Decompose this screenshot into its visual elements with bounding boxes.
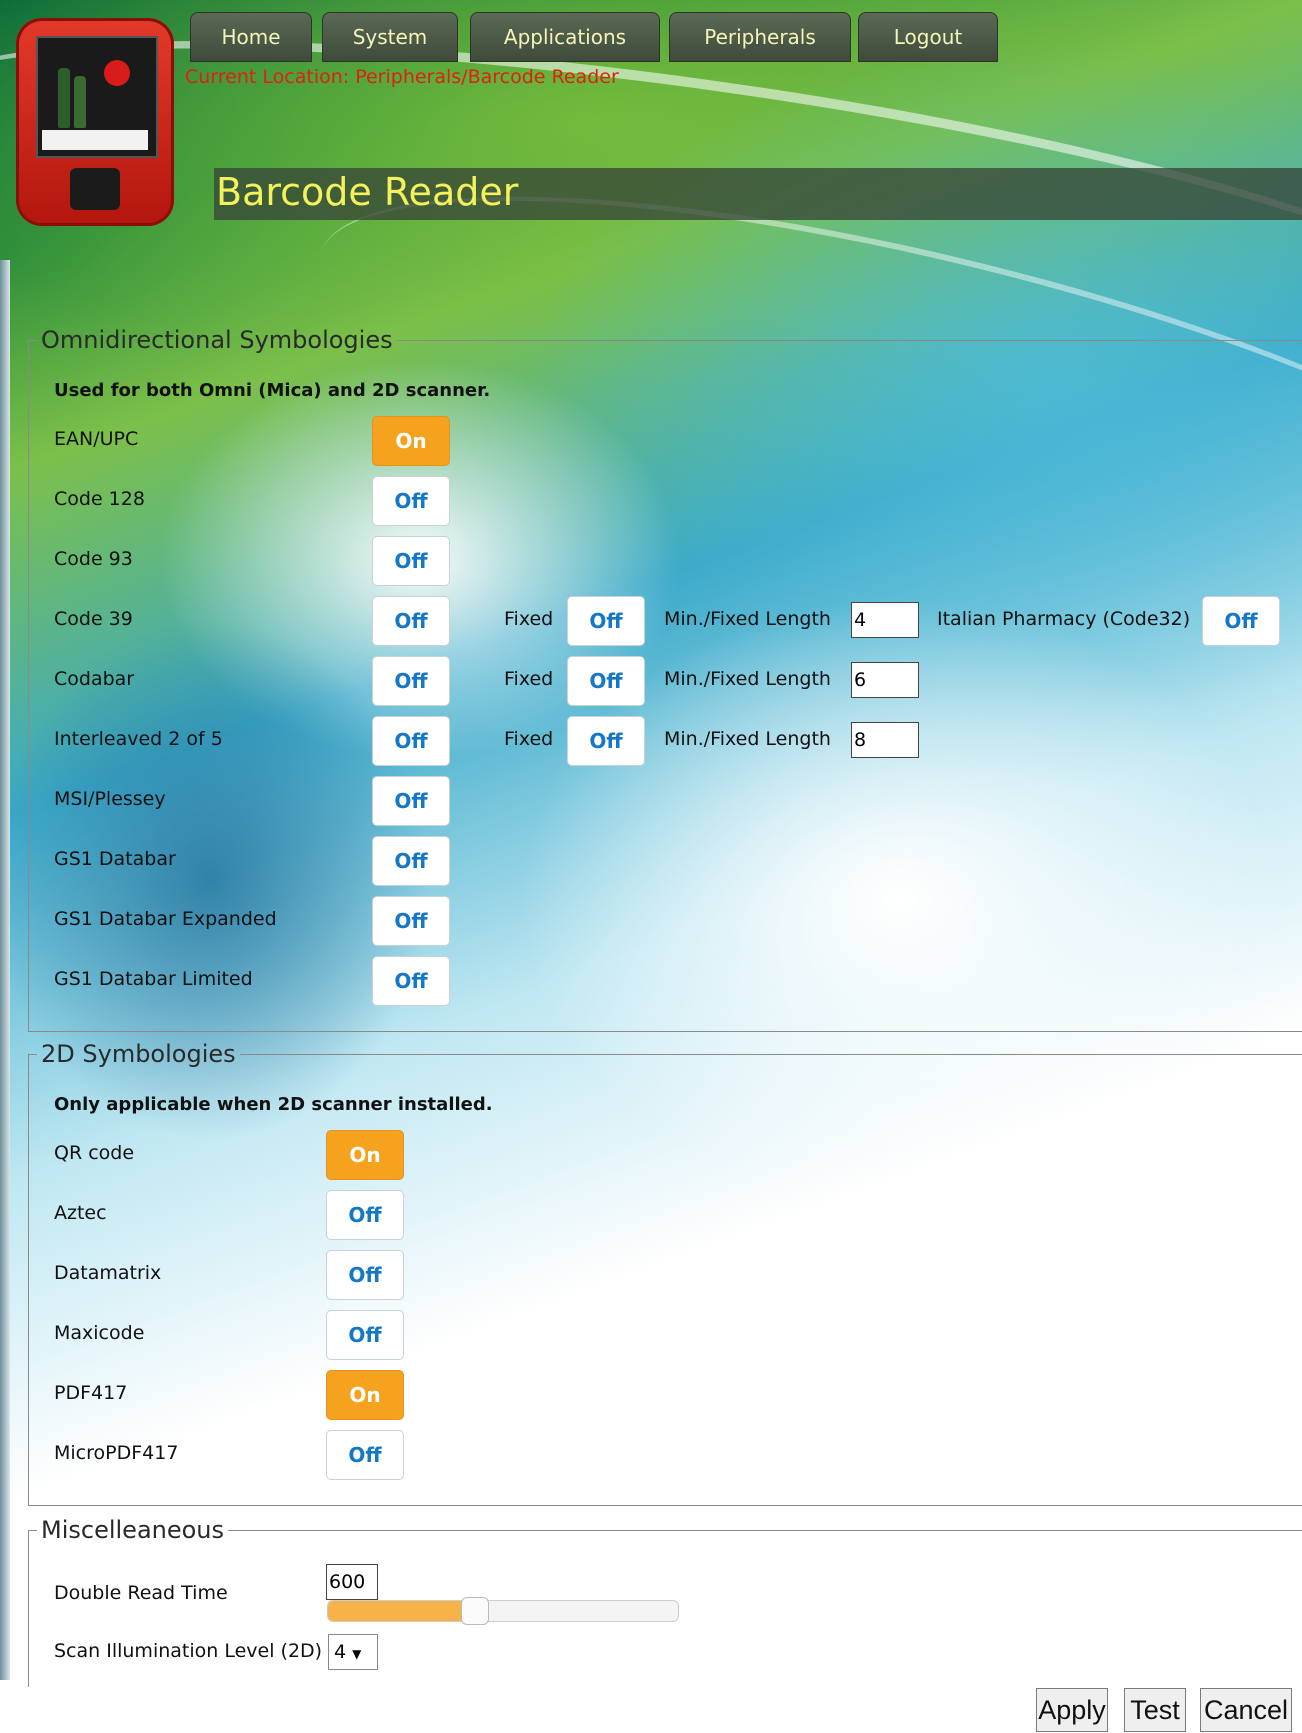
fixed-label: Fixed [504,608,554,630]
row-label: Interleaved 2 of 5 [54,728,223,750]
toggle-interleaved[interactable]: Off [372,716,450,766]
codabar-length-input[interactable]: 6 [851,662,919,698]
row-label: MSI/Plessey [54,788,166,810]
interleaved-length-input[interactable]: 8 [851,722,919,758]
omni-legend: Omnidirectional Symbologies [41,326,393,354]
kiosk-device-logo [16,18,174,226]
toggle-pdf417[interactable]: On [326,1370,404,1420]
test-button[interactable]: Test [1124,1688,1186,1732]
cancel-button[interactable]: Cancel [1200,1688,1292,1732]
row-label: Code 39 [54,608,133,630]
chevron-down-icon: ▼ [352,1647,362,1661]
illumination-label: Scan Illumination Level (2D) [54,1640,323,1662]
row-label: EAN/UPC [54,428,139,450]
toggle-gs1-databar[interactable]: Off [372,836,450,886]
slider-handle[interactable] [461,1597,489,1625]
double-read-label: Double Read Time [54,1582,228,1604]
nav-applications[interactable]: Applications [470,12,660,62]
fixed-label: Fixed [504,668,554,690]
row-label: PDF417 [54,1382,128,1404]
bottle-graphic [58,68,70,128]
toggle-code93[interactable]: Off [372,536,450,586]
twod-legend: 2D Symbologies [41,1040,236,1068]
device-screen-strip [42,130,148,150]
toggle-italian-pharmacy[interactable]: Off [1202,596,1280,646]
toggle-code39[interactable]: Off [372,596,450,646]
row-label: MicroPDF417 [54,1442,179,1464]
toggle-msi-plessey[interactable]: Off [372,776,450,826]
row-label: Code 128 [54,488,145,510]
italian-pharmacy-label: Italian Pharmacy (Code32) [937,608,1191,630]
toggle-codabar-fixed[interactable]: Off [567,656,645,706]
toggle-qr-code[interactable]: On [326,1130,404,1180]
nav-peripherals[interactable]: Peripherals [669,12,851,62]
page-title: Barcode Reader [216,170,519,214]
bottle-graphic [74,76,86,128]
toggle-gs1-databar-expanded[interactable]: Off [372,896,450,946]
row-label: GS1 Databar Limited [54,968,253,990]
row-label: Datamatrix [54,1262,162,1284]
row-label: Maxicode [54,1322,145,1344]
misc-legend: Miscelleaneous [41,1516,225,1544]
toggle-gs1-databar-limited[interactable]: Off [372,956,450,1006]
row-label: QR code [54,1142,135,1164]
toggle-code128[interactable]: Off [372,476,450,526]
fixed-label: Fixed [504,728,554,750]
twod-note: Only applicable when 2D scanner installe… [54,1094,493,1115]
row-label: GS1 Databar [54,848,176,870]
nav-logout[interactable]: Logout [858,12,998,62]
row-label: Aztec [54,1202,107,1224]
device-screen [36,36,158,158]
toggle-aztec[interactable]: Off [326,1190,404,1240]
length-label: Min./Fixed Length [664,608,831,630]
nav-system[interactable]: System [322,12,458,62]
toggle-datamatrix[interactable]: Off [326,1250,404,1300]
breadcrumb: Current Location: Peripherals/Barcode Re… [185,66,619,88]
toggle-maxicode[interactable]: Off [326,1310,404,1360]
code39-length-input[interactable]: 4 [851,602,919,638]
nav-home[interactable]: Home [190,12,312,62]
device-scanner [70,168,120,210]
illumination-value: 4 [334,1641,347,1663]
apply-button[interactable]: Apply [1036,1688,1108,1732]
flower-graphic [104,60,130,86]
page-title-bar: Barcode Reader [214,168,1302,220]
page-border [0,260,10,1680]
double-read-slider[interactable] [327,1597,679,1625]
omni-note: Used for both Omni (Mica) and 2D scanner… [54,380,491,401]
toggle-ean-upc[interactable]: On [372,416,450,466]
row-label: Codabar [54,668,135,690]
length-label: Min./Fixed Length [664,728,831,750]
row-label: GS1 Databar Expanded [54,908,277,930]
row-label: Code 93 [54,548,133,570]
length-label: Min./Fixed Length [664,668,831,690]
toggle-micropdf417[interactable]: Off [326,1430,404,1480]
toggle-codabar[interactable]: Off [372,656,450,706]
double-read-input[interactable]: 600 [326,1564,378,1600]
slider-fill [328,1601,475,1621]
toggle-interleaved-fixed[interactable]: Off [567,716,645,766]
illumination-select[interactable]: 4 ▼ [328,1634,378,1670]
toggle-code39-fixed[interactable]: Off [567,596,645,646]
